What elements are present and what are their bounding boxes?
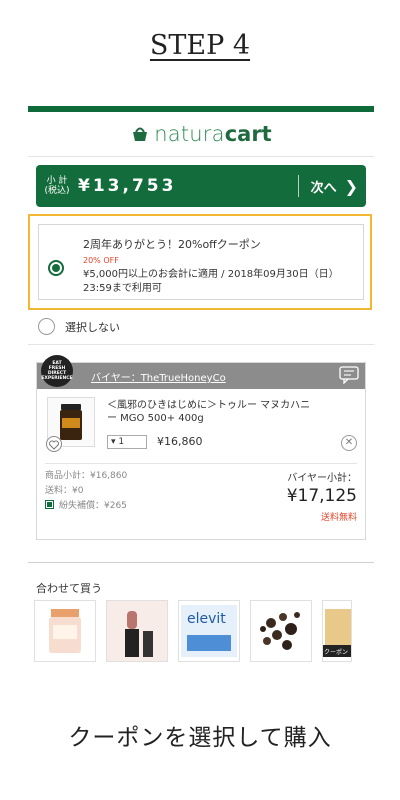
coupon-option[interactable]: 2周年ありがとう！20%offクーポン 20% OFF ¥5,000円以上のお会… (38, 224, 364, 300)
app-screen: natura cart 小 計 (税込) ¥13,753 次へ ❯ 2周年ありがと… (28, 106, 374, 666)
coupon-radio[interactable] (48, 260, 64, 276)
items-subtotal: 商品小計：¥16,860 (45, 471, 128, 481)
supplement-box-icon: elevit (181, 605, 237, 657)
buyer-logo[interactable]: EAT FRESH DIRECT EXPERIENCE (41, 355, 73, 387)
no-coupon-label: 選択しない (65, 320, 120, 334)
tea-leaves-icon (260, 612, 300, 650)
no-coupon-radio[interactable] (38, 318, 55, 335)
quantity-value: 1 (118, 437, 125, 447)
shipping-fee: 送料：¥0 (45, 486, 84, 496)
divider (28, 562, 374, 563)
recommended-product[interactable]: elevit (178, 600, 240, 662)
recommended-product[interactable] (250, 600, 312, 662)
buyer-name-link[interactable]: バイヤー：TheTrueHoneyCo (91, 369, 226, 384)
recommended-product[interactable]: クーポン (322, 600, 352, 662)
next-button-label: 次へ (310, 180, 337, 196)
coupon-discount: 20% OFF (83, 256, 119, 265)
product-image[interactable] (46, 397, 95, 452)
buyer-header: EAT FRESH DIRECT EXPERIENCE バイヤー：TheTrue… (37, 355, 365, 389)
divider (297, 175, 299, 197)
no-coupon-option[interactable]: 選択しない (38, 318, 120, 335)
brand-header: natura cart (28, 112, 374, 157)
step-title: STEP 4 (149, 30, 251, 61)
item-price: ¥16,860 (157, 435, 203, 448)
coupon-title: 2周年ありがとう！20%offクーポン (83, 238, 261, 251)
chevron-right-icon: ❯ (344, 176, 358, 196)
subtotal-label: 小 計 (税込) (44, 176, 70, 196)
free-shipping-badge: 送料無料 (320, 513, 357, 523)
basket-icon (133, 127, 148, 141)
chat-icon[interactable] (339, 366, 359, 384)
coupon-conditions: ¥5,000円以上のお会計に適用 / 2018年09月30日（日）23:59まで… (83, 269, 339, 294)
cream-jar-icon (49, 609, 81, 653)
recommended-product[interactable] (106, 600, 168, 662)
buyer-subtotal-block: バイヤー小計： ¥17,125 送料無料 (287, 469, 357, 523)
buyer-card: EAT FRESH DIRECT EXPERIENCE バイヤー：TheTrue… (36, 355, 366, 540)
coupon-badge: クーポン (324, 649, 349, 656)
brand-logo-cart: cart (224, 122, 272, 146)
subtotal-amount: ¥13,753 (78, 176, 177, 196)
remove-item-button[interactable]: ✕ (341, 435, 357, 451)
subtotal-bar: 小 計 (税込) ¥13,753 次へ ❯ (36, 165, 366, 207)
recommended-product[interactable] (34, 600, 96, 662)
cart-item: ＜風邪のひきはじめに＞トゥルー マヌカハニー MGO 500+ 400g ▾ 1… (45, 389, 357, 464)
loss-compensation-row[interactable]: 紛失補償：¥265 (45, 499, 127, 514)
checkbox[interactable] (45, 500, 54, 509)
recommendation-list: elevit クーポン (34, 600, 352, 662)
buyer-subtotal: ¥17,125 (286, 486, 357, 506)
buyer-subtotal-label: バイヤー小計： (287, 473, 357, 484)
also-buy-title: 合わせて買う (36, 582, 102, 595)
next-button[interactable]: 次へ ❯ (311, 177, 358, 196)
brand-logo-natura: natura (154, 122, 225, 146)
buyer-summary: 商品小計：¥16,860 送料：¥0 紛失補償：¥265 (45, 469, 127, 514)
caption: クーポンを選択して購入 (68, 725, 332, 751)
product-title[interactable]: ＜風邪のひきはじめに＞トゥルー マヌカハニー MGO 500+ 400g (107, 399, 317, 425)
lipstick-icon (107, 601, 167, 661)
quantity-select[interactable]: ▾ 1 (107, 435, 147, 449)
heart-icon[interactable] (46, 436, 62, 452)
svg-text:elevit: elevit (187, 611, 226, 627)
divider (28, 344, 374, 345)
